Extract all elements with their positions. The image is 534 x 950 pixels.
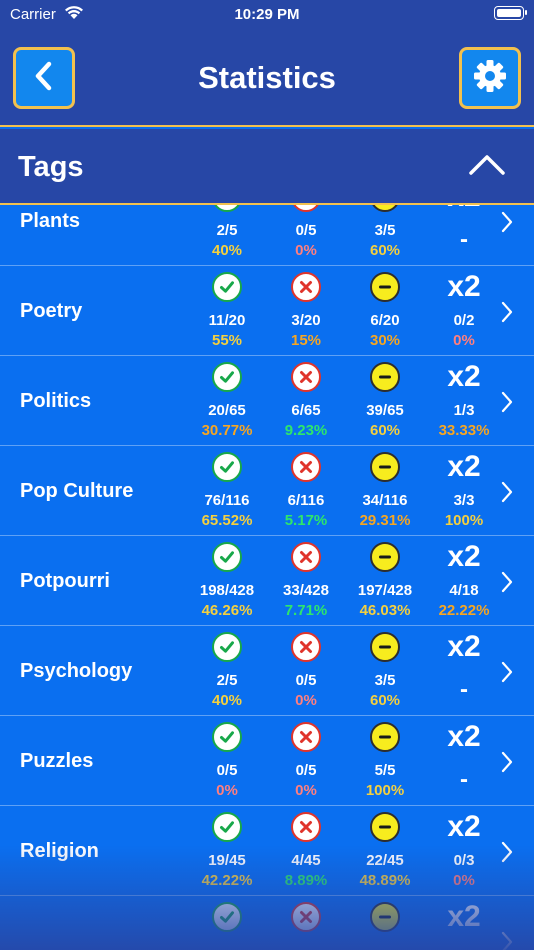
tag-name: Psychology (20, 659, 133, 682)
close-icon (291, 272, 321, 302)
page-title: Statistics (198, 60, 336, 95)
checkmark-icon (212, 205, 242, 212)
double-count: 3/3 (453, 492, 475, 509)
chevron-right-icon[interactable] (500, 930, 514, 950)
chevron-right-icon[interactable] (500, 840, 514, 869)
double-label: x2 (447, 720, 481, 753)
tags-rows: Plants 2/5 40% 0/5 0% 3/5 60% x2 - (0, 205, 534, 950)
close-icon (291, 205, 321, 212)
close-icon (291, 542, 321, 572)
close-icon (291, 902, 321, 932)
checkmark-icon (212, 812, 242, 842)
double-label: x2 (447, 810, 481, 843)
tag-name: Politics (20, 389, 92, 412)
chevron-up-icon[interactable] (468, 153, 506, 182)
chevron-right-icon[interactable] (500, 660, 514, 689)
tag-row[interactable]: Poetry 11/20 55% 3/20 15% 6/20 30% x2 0/… (0, 266, 534, 356)
double-label: x2 (447, 450, 481, 483)
checkmark-icon (212, 272, 242, 302)
minus-icon (370, 205, 400, 212)
no-data-dash: - (460, 676, 468, 703)
minus-icon (370, 542, 400, 572)
minus-icon (370, 812, 400, 842)
close-icon (291, 722, 321, 752)
no-data-dash: - (460, 766, 468, 793)
double-label: x2 (436, 205, 492, 214)
tag-row[interactable]: Politics 20/65 30.77% 6/65 9.23% 39/65 6… (0, 356, 534, 446)
close-icon (291, 632, 321, 662)
gear-icon (473, 59, 507, 98)
status-time: 10:29 PM (234, 6, 300, 23)
tag-row[interactable]: Psychology 2/5 40% 0/5 0% 3/5 60% x2 - (0, 626, 534, 716)
double-percent: 22.22% (438, 602, 490, 619)
no-data-dash: - (460, 226, 468, 253)
tag-row[interactable]: x2 - (0, 896, 534, 950)
double-label: x2 (447, 540, 481, 573)
minus-icon (370, 902, 400, 932)
tag-name: Poetry (20, 299, 83, 322)
close-icon (291, 812, 321, 842)
navigation-bar: Statistics (0, 30, 534, 127)
minus-icon (370, 272, 400, 302)
checkmark-icon (212, 632, 242, 662)
tag-name: Religion (20, 839, 99, 862)
double-label: x2 (447, 270, 481, 303)
minus-icon (370, 362, 400, 392)
double-label: x2 (447, 360, 481, 393)
chevron-right-icon[interactable] (500, 480, 514, 509)
battery-icon (494, 6, 527, 20)
double-percent: 0% (453, 332, 475, 349)
tag-row[interactable]: Pop Culture 76/116 65.52% 6/116 5.17% 34… (0, 446, 534, 536)
checkmark-icon (212, 722, 242, 752)
tag-name: Pop Culture (20, 479, 134, 502)
double-percent: 100% (444, 512, 484, 529)
double-count: 4/18 (449, 582, 479, 599)
tags-section-header[interactable]: Tags (0, 129, 534, 205)
tag-name: Puzzles (20, 749, 94, 772)
tag-name: Plants (20, 209, 81, 232)
double-label: x2 (447, 630, 481, 663)
double-count: 1/3 (453, 402, 475, 419)
checkmark-icon (212, 452, 242, 482)
status-bar: Carrier 10:29 PM (0, 0, 534, 30)
tag-row[interactable]: Puzzles 0/5 0% 0/5 0% 5/5 100% x2 - (0, 716, 534, 806)
close-icon (291, 452, 321, 482)
double-count: 0/2 (453, 312, 475, 329)
chevron-right-icon[interactable] (500, 750, 514, 779)
checkmark-icon (212, 362, 242, 392)
checkmark-icon (212, 902, 242, 932)
double-percent: 0% (453, 872, 475, 889)
double-label: x2 (447, 900, 481, 933)
minus-icon (370, 722, 400, 752)
close-icon (291, 362, 321, 392)
settings-button[interactable] (459, 47, 521, 109)
section-title: Tags (18, 151, 84, 183)
chevron-right-icon[interactable] (500, 300, 514, 329)
tag-row[interactable]: Plants 2/5 40% 0/5 0% 3/5 60% x2 - (0, 205, 534, 266)
tag-row[interactable]: Potpourri 198/428 46.26% 33/428 7.71% 19… (0, 536, 534, 626)
minus-icon (370, 452, 400, 482)
chevron-right-icon[interactable] (500, 390, 514, 419)
double-count: 0/3 (453, 852, 475, 869)
minus-icon (370, 632, 400, 662)
double-percent: 33.33% (438, 422, 490, 439)
checkmark-icon (212, 542, 242, 572)
chevron-right-icon[interactable] (500, 570, 514, 599)
tag-row[interactable]: Religion 19/45 42.22% 4/45 8.89% 22/45 4… (0, 806, 534, 896)
tag-name: Potpourri (20, 569, 110, 592)
chevron-right-icon[interactable] (500, 210, 514, 239)
tags-list[interactable]: Plants 2/5 40% 0/5 0% 3/5 60% x2 - (0, 205, 534, 950)
